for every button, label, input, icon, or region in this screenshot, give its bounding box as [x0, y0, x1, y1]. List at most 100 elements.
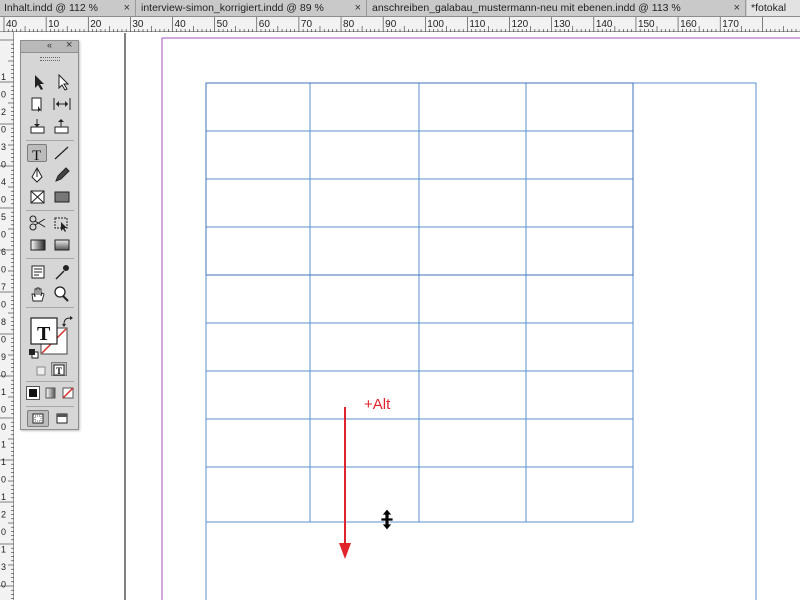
ruler-label: 160	[680, 19, 697, 30]
gap-tool-icon[interactable]	[52, 95, 72, 113]
ruler-label: 0	[1, 527, 6, 537]
ruler-label: 0	[1, 405, 6, 415]
content-collector-icon[interactable]	[28, 117, 48, 135]
table[interactable]	[205, 82, 634, 523]
tools-panel-titlebar[interactable]: « ×	[21, 39, 78, 53]
selection-tool-icon[interactable]	[28, 73, 48, 91]
note-tool-icon[interactable]	[28, 263, 48, 281]
ruler-label: 140	[596, 19, 613, 30]
document-tab-bar: Inhalt.indd @ 112 % × interview-simon_ko…	[0, 0, 800, 17]
ruler-label: 0	[1, 370, 6, 380]
apply-color-icon[interactable]	[26, 386, 40, 400]
pen-tool-icon[interactable]	[28, 166, 48, 184]
horizontal-ruler[interactable]: 40 10 20 30 40 50 60 70 80 90 100 110 120 130 140 150 16…	[0, 17, 800, 32]
ruler-label: 1	[1, 457, 6, 467]
gradient-feather-tool-icon[interactable]	[52, 236, 72, 254]
tab-label: interview-simon_korrigiert.indd @ 89 %	[141, 2, 324, 14]
swap-fill-stroke-icon[interactable]	[61, 314, 75, 327]
ruler-label: 60	[259, 19, 271, 30]
page-spread	[124, 33, 800, 605]
scissors-tool-icon[interactable]	[28, 214, 48, 232]
formatting-text-icon[interactable]: T	[51, 362, 67, 376]
ruler-label: 130	[554, 19, 571, 30]
ruler-label: 0	[1, 300, 6, 310]
ruler-label: 70	[301, 19, 313, 30]
rectangle-tool-icon[interactable]	[52, 188, 72, 206]
ruler-label: 2	[1, 107, 6, 117]
ruler-label: 1	[1, 440, 6, 450]
annotation-label: +Alt	[364, 396, 391, 413]
vertical-ruler[interactable]: 1 0 2 0 3 0 4 0 5 0 6 0 7 0 8 0 9 0 1 0 0 1 1 0 1 2 0 1 3 0	[0, 32, 14, 604]
tab-close-icon[interactable]: ×	[734, 0, 740, 16]
page-tool-icon[interactable]	[28, 95, 48, 113]
tools-panel: « × T T T	[20, 39, 79, 430]
gradient-swatch-tool-icon[interactable]	[28, 236, 48, 254]
resize-row-cursor-icon	[380, 508, 394, 531]
type-tool-icon[interactable]: T	[27, 144, 47, 163]
ruler-label: 1	[1, 72, 6, 82]
free-transform-tool-icon[interactable]	[52, 214, 72, 232]
screen-mode-icon[interactable]	[52, 411, 74, 427]
ruler-label: 8	[1, 317, 6, 327]
tab-label: *fotokal	[751, 2, 787, 14]
ruler-label: 0	[1, 125, 6, 135]
ruler-label: 1	[1, 492, 6, 502]
pencil-tool-icon[interactable]	[52, 166, 72, 184]
ruler-label: 0	[1, 90, 6, 100]
vertical-ruler-graphic: 1 0 2 0 3 0 4 0 5 0 6 0 7 0 8 0 9 0 1 0 0 1 1 0 1 2 0 1 3 0	[0, 39, 14, 604]
collapse-panel-icon[interactable]: «	[47, 40, 52, 50]
tab-label: anschreiben_galabau_mustermann-neu mit e…	[372, 2, 681, 14]
ruler-label: 50	[217, 19, 229, 30]
ruler-label: 1	[1, 545, 6, 555]
close-panel-icon[interactable]: ×	[66, 39, 72, 51]
tab-anschreiben[interactable]: anschreiben_galabau_mustermann-neu mit e…	[368, 0, 746, 16]
ruler-label: 40	[175, 19, 187, 30]
ruler-label: 1	[1, 387, 6, 397]
content-placer-icon[interactable]	[52, 117, 72, 135]
drag-arrow	[339, 407, 351, 559]
ruler-label: 4	[1, 177, 6, 187]
direct-selection-tool-icon[interactable]	[52, 73, 72, 91]
zoom-tool-icon[interactable]	[52, 285, 72, 303]
ruler-label: 9	[1, 352, 6, 362]
ruler-label: 80	[343, 19, 355, 30]
svg-text:T: T	[32, 148, 41, 163]
tool-separator	[26, 307, 74, 308]
ruler-label: 150	[638, 19, 655, 30]
formatting-container-icon[interactable]	[35, 364, 47, 376]
horizontal-ruler-graphic: 40 10 20 30 40 50 60 70 80 90 100 110 120 130 140 150 16…	[3, 17, 800, 32]
line-tool-icon[interactable]	[52, 144, 72, 162]
ruler-label: 3	[1, 142, 6, 152]
panel-grip[interactable]	[40, 57, 60, 61]
svg-text:T: T	[37, 323, 51, 345]
tool-separator	[26, 210, 74, 211]
ruler-label: 10	[48, 19, 60, 30]
ruler-label: 0	[1, 580, 6, 590]
rectangle-frame-tool-icon[interactable]	[28, 188, 48, 206]
ruler-label: 0	[1, 230, 6, 240]
ruler-label: 6	[1, 247, 6, 257]
tab-fotokalender[interactable]: *fotokal	[747, 0, 800, 16]
ruler-label: 170	[722, 19, 739, 30]
apply-gradient-icon[interactable]	[44, 386, 58, 400]
eyedropper-tool-icon[interactable]	[52, 263, 72, 281]
tab-inhalt[interactable]: Inhalt.indd @ 112 % ×	[0, 0, 136, 16]
normal-view-mode-icon[interactable]	[27, 410, 49, 427]
ruler-label: 2	[1, 510, 6, 520]
tool-separator	[26, 258, 74, 259]
default-fill-stroke-icon[interactable]	[29, 346, 39, 359]
ruler-label: 110	[469, 19, 485, 30]
svg-text:T: T	[56, 366, 62, 376]
ruler-label: 0	[1, 195, 6, 205]
ruler-label: 0	[1, 265, 6, 275]
apply-none-icon[interactable]	[61, 386, 75, 400]
document-canvas[interactable]	[15, 33, 800, 605]
tab-interview-simon[interactable]: interview-simon_korrigiert.indd @ 89 % ×	[137, 0, 367, 16]
tool-separator	[26, 381, 74, 382]
tab-close-icon[interactable]: ×	[355, 0, 361, 16]
ruler-label: 30	[132, 19, 144, 30]
ruler-label: 3	[1, 562, 6, 572]
tab-close-icon[interactable]: ×	[124, 0, 130, 16]
hand-tool-icon[interactable]	[28, 285, 48, 303]
ruler-label: 90	[385, 19, 397, 30]
